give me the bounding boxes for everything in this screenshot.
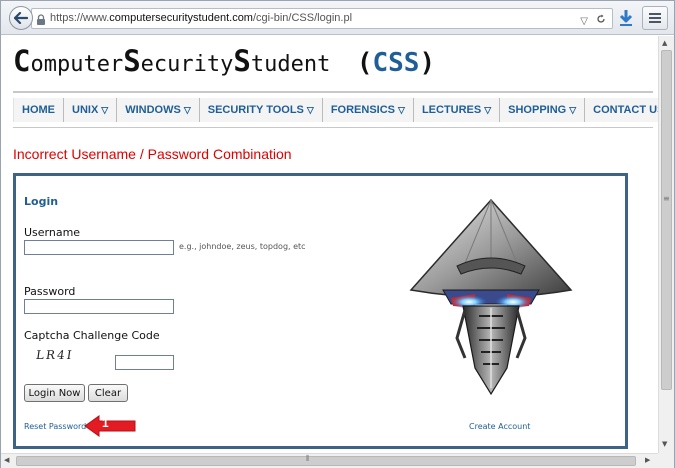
chevron-down-icon: ▽ (306, 104, 314, 115)
url-domain: computersecuritystudent.com (109, 12, 253, 24)
username-field[interactable] (24, 240, 174, 255)
login-title: Login (24, 195, 59, 208)
username-label: Username (24, 226, 81, 239)
login-button[interactable]: Login Now (24, 384, 85, 402)
menu-button[interactable] (642, 6, 668, 30)
captcha-label: Captcha Challenge Code (24, 329, 160, 342)
main-nav: HOME UNIX ▽ WINDOWS ▽ SECURITY TOOLS ▽ FORE… (13, 98, 658, 122)
nav-windows[interactable]: WINDOWS ▽ (117, 98, 200, 122)
scroll-up-icon[interactable]: ▲ (662, 39, 667, 47)
nav-contact-us[interactable]: CONTACT US (585, 98, 658, 122)
chevron-down-icon: ▽ (569, 104, 577, 115)
header-divider (13, 91, 653, 93)
samurai-robot-logo (409, 198, 573, 396)
download-button[interactable] (618, 9, 634, 27)
lock-icon (36, 13, 46, 28)
username-hint: e.g., johndoe, zeus, topdog, etc (179, 242, 306, 251)
clear-button[interactable]: Clear (88, 384, 128, 402)
page-viewport: ComputerSecurityStudent (CSS) HOME UNIX ▽… (1, 36, 658, 453)
url-prefix: https://www. (50, 12, 110, 24)
grip-icon: ≡ (663, 194, 670, 203)
reload-icon[interactable] (596, 12, 606, 28)
error-message: Incorrect Username / Password Combinatio… (13, 146, 292, 162)
horizontal-scrollbar[interactable]: ◀ ⦀ ▶ (1, 453, 658, 468)
create-account-link[interactable]: Create Account (469, 422, 530, 431)
chevron-down-icon: ▽ (484, 104, 492, 115)
nav-divider (13, 127, 653, 128)
hamburger-menu-icon (649, 13, 661, 15)
reset-password-link[interactable]: Reset Password (24, 422, 86, 431)
captcha-image: LR4I (35, 348, 75, 362)
browser-window: https://www.computersecuritystudent.com/… (0, 0, 675, 468)
grip-icon: ⦀ (306, 454, 310, 463)
scrollbar-corner (658, 453, 674, 468)
site-title: ComputerSecurityStudent (CSS) (13, 44, 436, 78)
nav-home[interactable]: HOME (13, 98, 64, 122)
back-button[interactable] (9, 6, 33, 30)
annotation-arrow (85, 415, 136, 437)
nav-forensics[interactable]: FORENSICS ▽ (323, 98, 414, 122)
scroll-left-icon[interactable]: ◀ (4, 456, 9, 464)
download-icon (619, 10, 633, 26)
chevron-down-icon: ▽ (101, 104, 109, 115)
nav-shopping[interactable]: SHOPPING ▽ (500, 98, 586, 122)
captcha-field[interactable] (115, 355, 174, 370)
scroll-down-icon[interactable]: ▼ (662, 440, 667, 448)
url-controls: ▽ (580, 12, 606, 28)
url-path: /cgi-bin/CSS/login.pl (252, 12, 353, 24)
annotation-step-number: 1 (102, 416, 109, 430)
nav-unix[interactable]: UNIX ▽ (64, 98, 118, 122)
scroll-right-icon[interactable]: ▶ (645, 456, 650, 464)
password-label: Password (24, 285, 76, 298)
nav-lectures[interactable]: LECTURES ▽ (414, 98, 501, 122)
browser-toolbar: https://www.computersecuritystudent.com/… (1, 1, 674, 35)
horizontal-scroll-thumb[interactable] (16, 456, 636, 466)
chevron-down-icon: ▽ (183, 104, 191, 115)
address-bar[interactable]: https://www.computersecuritystudent.com/… (31, 8, 613, 29)
chevron-down-icon: ▽ (398, 104, 405, 115)
nav-security-tools[interactable]: SECURITY TOOLS ▽ (200, 98, 323, 122)
vertical-scroll-thumb[interactable] (661, 50, 672, 390)
password-field[interactable] (24, 299, 174, 314)
vertical-scrollbar[interactable]: ▲ ≡ ▼ (658, 36, 674, 453)
dropdown-icon[interactable]: ▽ (580, 12, 588, 28)
back-arrow-icon (14, 12, 28, 24)
